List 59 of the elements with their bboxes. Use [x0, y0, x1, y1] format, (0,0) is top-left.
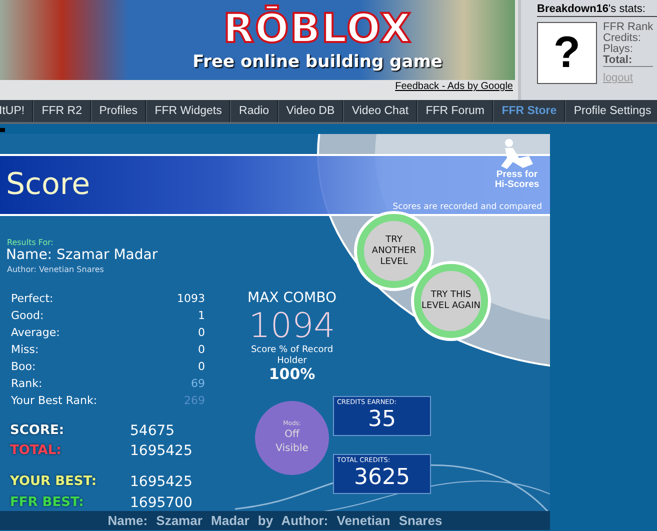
nav-tab[interactable]: Profile Settings [565, 100, 657, 122]
nav-tab[interactable]: Radio [230, 100, 278, 122]
stat-label: Rank: [11, 376, 44, 392]
stat-value: 0 [197, 342, 205, 358]
total-value: 1695425 [130, 473, 194, 491]
banner-tagline: Free online building game [192, 51, 442, 73]
nav-tab[interactable]: FFR Forum [417, 100, 494, 122]
ad-banner[interactable]: RŌBLOX Free online building game [0, 0, 515, 80]
nav-tab[interactable]: FFR R2 [33, 100, 91, 122]
stat-label: Plays: [603, 44, 634, 55]
nav-tab[interactable]: Video DB [278, 100, 344, 122]
mods-value: Off [284, 428, 300, 442]
stat-label: Your Best Rank: [11, 393, 98, 409]
stat-label: Good: [11, 308, 45, 324]
stat-value: 269 [183, 393, 205, 409]
results-for-label: Results For: [7, 238, 54, 248]
song-name: Name: Szamar Madar [6, 247, 158, 264]
stat-label: Average: [11, 325, 61, 341]
total-value: 54675 [130, 422, 176, 440]
footer-text: Name: Szamar Madar by Author: Venetian Snares [108, 512, 442, 529]
recorded-note: Scores are recorded and compared [392, 202, 542, 213]
nav-tab[interactable]: ItUP! [0, 100, 34, 122]
total-value: 1695425 [130, 442, 194, 460]
stat-label: Boo: [11, 359, 37, 375]
stat-value: 0 [197, 325, 205, 341]
stat-label: Total: [603, 55, 654, 67]
nav-tab[interactable]: FFR Widgets [146, 100, 230, 122]
stat-value: 0 [197, 359, 205, 375]
square-marker-icon [0, 128, 5, 132]
level-button[interactable]: TRY THIS LEVEL AGAIN [414, 264, 488, 338]
stat-value: 1093 [177, 291, 205, 307]
record-percent: 100% [268, 367, 316, 382]
nav-tab[interactable]: Profiles [90, 100, 146, 122]
stat-label: FFR Rank [603, 22, 654, 33]
stat-label: Miss: [11, 342, 40, 358]
total-label: TOTAL: [10, 442, 62, 460]
credits-value: 35 [368, 407, 396, 433]
stat-value: 1 [197, 308, 205, 324]
mods-visibility: Visible [276, 442, 308, 456]
banner-logo: RŌBLOX [223, 7, 412, 51]
nav-tab[interactable]: Video Chat [343, 100, 418, 122]
feedback-link[interactable]: Feedback - Ads by Google [395, 81, 513, 92]
question-mark-glyph: ? [554, 29, 580, 77]
nav-tab[interactable]: FFR Store [493, 100, 566, 122]
stat-label: Credits: [603, 33, 642, 44]
total-label: SCORE: [10, 422, 64, 440]
song-author: Author: Venetian Snares [7, 265, 104, 275]
max-combo-label: MAX COMBO [248, 290, 336, 307]
stat-label: Perfect: [11, 291, 54, 307]
stats-title: Breakdown16's stats: [537, 2, 657, 17]
record-label: Score % of Record Holder [250, 345, 334, 367]
total-value: 1695700 [130, 494, 194, 512]
total-label: YOUR BEST: [10, 473, 97, 491]
screen-title: Score [6, 168, 90, 202]
stat-value: 69 [190, 376, 205, 392]
total-label: FFR BEST: [10, 494, 84, 512]
credits-value: 3625 [354, 465, 410, 491]
level-button[interactable]: TRY ANOTHER LEVEL [357, 214, 431, 288]
max-combo-value: 1094 [248, 307, 336, 345]
